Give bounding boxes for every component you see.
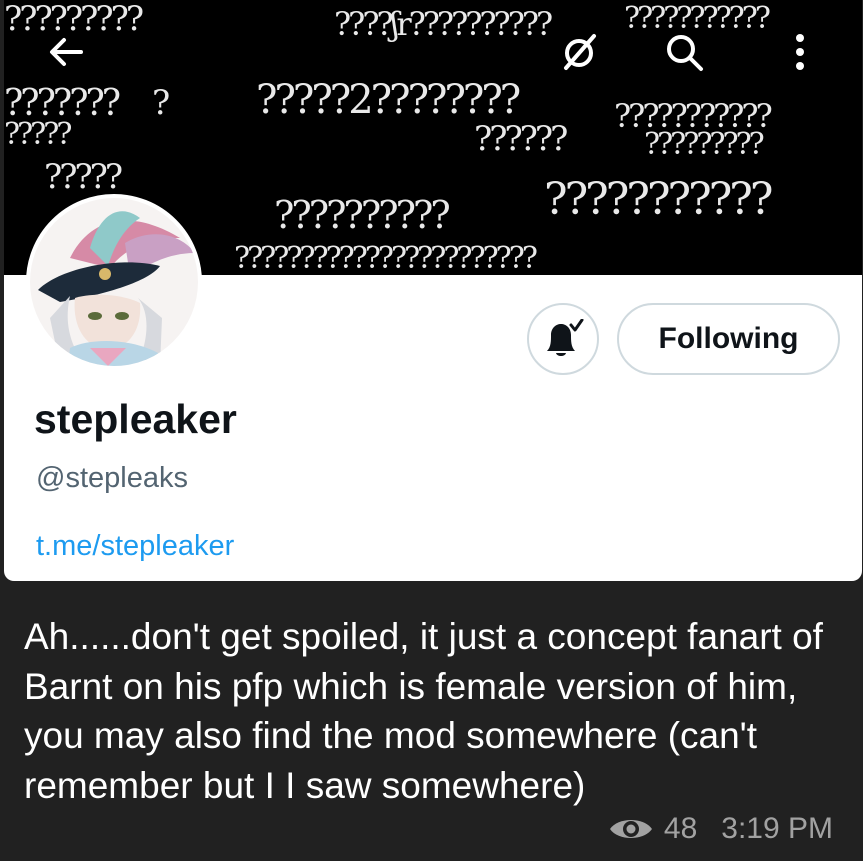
search-button[interactable] bbox=[660, 28, 708, 76]
profile-link[interactable]: t.me/stepleaker bbox=[36, 530, 234, 563]
following-button[interactable]: Following bbox=[617, 303, 840, 375]
more-vertical-icon bbox=[796, 34, 804, 70]
back-arrow-icon bbox=[50, 38, 83, 66]
back-button[interactable] bbox=[42, 28, 90, 76]
grok-button[interactable] bbox=[556, 28, 604, 76]
search-icon bbox=[667, 35, 703, 71]
message-text: Ah......don't get spoiled, it just a con… bbox=[24, 616, 823, 806]
eye-icon bbox=[609, 820, 652, 838]
username-handle: @stepleaks bbox=[36, 462, 188, 494]
bell-check-icon bbox=[547, 319, 584, 356]
avatar-image bbox=[30, 198, 198, 366]
display-name: stepleaker bbox=[34, 396, 237, 442]
message-meta: 48 3:19 PM bbox=[608, 812, 833, 846]
profile-screenshot[interactable]: ????????? ????ʃr?????????? ??????????? ?… bbox=[4, 0, 862, 581]
avatar[interactable] bbox=[26, 194, 202, 370]
notifications-button[interactable] bbox=[527, 303, 599, 375]
view-count: 48 bbox=[663, 812, 698, 845]
message-time: 3:19 PM bbox=[721, 812, 833, 845]
more-button[interactable] bbox=[776, 28, 824, 76]
grok-icon bbox=[564, 34, 596, 70]
